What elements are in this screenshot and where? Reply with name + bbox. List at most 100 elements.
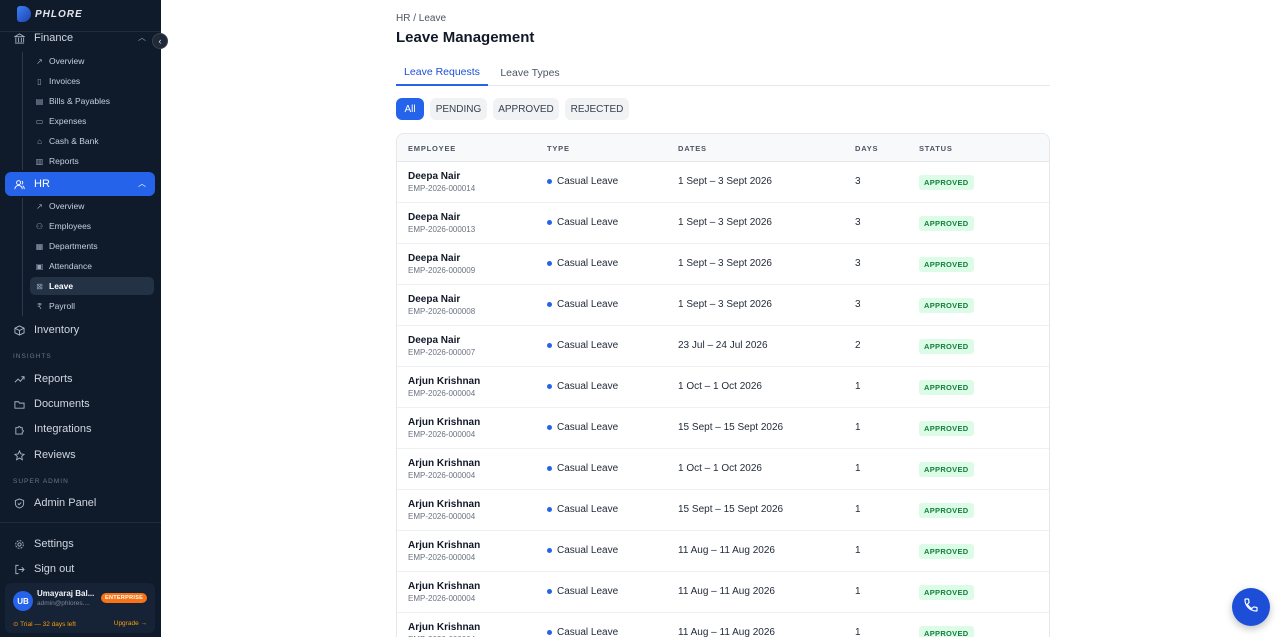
- trend-icon: ↗: [36, 56, 43, 66]
- sidebar-subitem-label: Bills & Payables: [49, 96, 110, 106]
- plan-badge: ENTERPRISE: [101, 593, 148, 603]
- column-header-employee[interactable]: EMPLOYEE: [408, 144, 456, 153]
- sidebar-collapse-button[interactable]: ‹: [152, 33, 168, 49]
- call-button[interactable]: [1232, 588, 1270, 626]
- table-row[interactable]: Deepa Nair EMP-2026-000007 Casual Leave 23 …: [397, 326, 1049, 367]
- employee-name: Deepa Nair: [408, 171, 461, 182]
- employee-id: EMP-2026-000004: [408, 553, 476, 562]
- table-row[interactable]: Deepa Nair EMP-2026-000008 Casual Leave 1 S…: [397, 285, 1049, 326]
- brand-logo[interactable]: PHLORE: [17, 4, 83, 24]
- sidebar-divider: [0, 522, 161, 523]
- leave-type-dot-icon: [547, 384, 552, 389]
- hr-subnav-line: [22, 198, 23, 316]
- sidebar-item-documents[interactable]: Documents: [5, 392, 155, 416]
- filter-approved[interactable]: APPROVED: [493, 98, 559, 120]
- leave-type-dot-icon: [547, 220, 552, 225]
- sidebar-subitem-hr-overview[interactable]: ↗ Overview: [30, 197, 154, 215]
- leave-dates: 11 Aug – 11 Aug 2026: [678, 545, 775, 556]
- sidebar-item-label: Reports: [34, 373, 73, 385]
- employee-name: Arjun Krishnan: [408, 376, 481, 387]
- sidebar-subitem-invoices[interactable]: ▯ Invoices: [30, 72, 154, 90]
- column-header-days[interactable]: DAYS: [855, 144, 878, 153]
- table-row[interactable]: Arjun KrishnanEMP-2026-000004Casual Leav…: [397, 531, 1049, 572]
- sidebar-subitem-expenses[interactable]: ▭ Expenses: [30, 112, 154, 130]
- table-row[interactable]: Deepa Nair EMP-2026-000009 Casual Leave 1 S…: [397, 244, 1049, 285]
- phone-icon: [1243, 597, 1259, 618]
- sidebar-item-reviews[interactable]: Reviews: [5, 443, 155, 467]
- sidebar-item-inventory[interactable]: Inventory: [5, 318, 155, 342]
- sidebar-subitem-label: Cash & Bank: [49, 136, 99, 146]
- tab-leave-requests[interactable]: Leave Requests: [396, 60, 488, 86]
- leave-dates: 23 Jul – 24 Jul 2026: [678, 340, 768, 351]
- leave-dates: 11 Aug – 11 Aug 2026: [678, 586, 775, 597]
- sidebar-item-label: Admin Panel: [34, 497, 97, 509]
- filter-all[interactable]: All: [396, 98, 424, 120]
- sidebar-subitem-leave[interactable]: ⊠ Leave: [30, 277, 154, 295]
- table-row[interactable]: Arjun KrishnanEMP-2026-000004Casual Leav…: [397, 490, 1049, 531]
- breadcrumb: HR / Leave: [396, 13, 447, 24]
- employee-id: EMP-2026-000004: [408, 594, 476, 603]
- sidebar-subitem-attendance[interactable]: ▣ Attendance: [30, 257, 154, 275]
- sidebar-subitem-label: Expenses: [49, 116, 87, 126]
- table-row[interactable]: Arjun KrishnanEMP-2026-000004Casual Leav…: [397, 613, 1049, 637]
- sidebar-item-finance[interactable]: Finance ︿: [5, 26, 155, 50]
- filter-pending[interactable]: PENDING: [430, 98, 487, 120]
- user-card[interactable]: UB Umayaraj Bal... admin@phlores.... ENT…: [5, 583, 155, 633]
- gear-icon: [13, 538, 25, 550]
- table-row[interactable]: Arjun KrishnanEMP-2026-000004Casual Leav…: [397, 449, 1049, 490]
- sidebar-item-settings[interactable]: Settings: [5, 532, 155, 556]
- sidebar-subitem-departments[interactable]: ▦ Departments: [30, 237, 154, 255]
- table-row[interactable]: Arjun Krishnan EMP-2026-000004 Casual Leav…: [397, 367, 1049, 408]
- column-header-status[interactable]: STATUS: [919, 144, 953, 153]
- sidebar-subitem-finance-overview[interactable]: ↗ Overview: [30, 52, 154, 70]
- table-row[interactable]: Deepa Nair EMP-2026-000014 Casual Leave 1 S…: [397, 162, 1049, 203]
- leave-type-dot-icon: [547, 261, 552, 266]
- sidebar-subitem-label: Employees: [49, 221, 92, 231]
- sidebar-subitem-employees[interactable]: ⚇ Employees: [30, 217, 154, 235]
- table-row[interactable]: Deepa Nair EMP-2026-000013 Casual Leave 1 S…: [397, 203, 1049, 244]
- status-badge: APPROVED: [919, 544, 974, 559]
- employee-name: Deepa Nair: [408, 335, 461, 346]
- leave-days: 2: [855, 340, 861, 351]
- status-badge: APPROVED: [919, 503, 974, 518]
- shield-icon: [13, 497, 25, 509]
- leave-type-label: Casual Leave: [557, 381, 619, 392]
- sidebar-item-hr[interactable]: HR ︿: [5, 172, 155, 196]
- tab-leave-types[interactable]: Leave Types: [492, 60, 568, 86]
- leave-type: Casual Leave: [547, 463, 618, 474]
- leave-type-dot-icon: [547, 507, 552, 512]
- sidebar-item-integrations[interactable]: Integrations: [5, 417, 155, 441]
- sidebar-item-admin-panel[interactable]: Admin Panel: [5, 491, 155, 515]
- sidebar-subitem-payroll[interactable]: ₹ Payroll: [30, 297, 154, 315]
- leave-days: 3: [855, 217, 861, 228]
- sidebar-subitem-cash-bank[interactable]: ⌂ Cash & Bank: [30, 132, 154, 150]
- table-row[interactable]: Arjun KrishnanEMP-2026-000004Casual Leav…: [397, 572, 1049, 613]
- status-badge: APPROVED: [919, 462, 974, 477]
- column-header-type[interactable]: TYPE: [547, 144, 570, 153]
- leave-dates: 15 Sept – 15 Sept 2026: [678, 422, 784, 433]
- leave-type-label: Casual Leave: [557, 627, 619, 637]
- sidebar-item-sign-out[interactable]: Sign out: [5, 557, 155, 581]
- sidebar-subitem-bills[interactable]: ▤ Bills & Payables: [30, 92, 154, 110]
- leave-type-label: Casual Leave: [557, 217, 619, 228]
- leave-days: 1: [855, 545, 861, 556]
- column-header-dates[interactable]: DATES: [678, 144, 707, 153]
- sidebar-subitem-finance-reports[interactable]: ▥ Reports: [30, 152, 154, 170]
- employee-id: EMP-2026-000007: [408, 348, 476, 357]
- leave-days: 1: [855, 627, 861, 637]
- table-row[interactable]: Arjun KrishnanEMP-2026-000004Casual Leav…: [397, 408, 1049, 449]
- sidebar-item-reports[interactable]: Reports: [5, 367, 155, 391]
- leave-days: 1: [855, 504, 861, 515]
- box-icon: [13, 324, 25, 336]
- leave-type: Casual Leave: [547, 422, 618, 433]
- employee-id: EMP-2026-000004: [408, 389, 476, 398]
- leave-type: Casual Leave: [547, 381, 618, 392]
- avatar: UB: [13, 591, 33, 611]
- leave-dates: 1 Oct – 1 Oct 2026: [678, 463, 762, 474]
- status-badge: APPROVED: [919, 257, 974, 272]
- status-badge: APPROVED: [919, 175, 974, 190]
- leave-type-label: Casual Leave: [557, 586, 619, 597]
- upgrade-link[interactable]: Upgrade →: [114, 620, 147, 627]
- sidebar-item-label: Reviews: [34, 449, 76, 461]
- filter-rejected[interactable]: REJECTED: [565, 98, 629, 120]
